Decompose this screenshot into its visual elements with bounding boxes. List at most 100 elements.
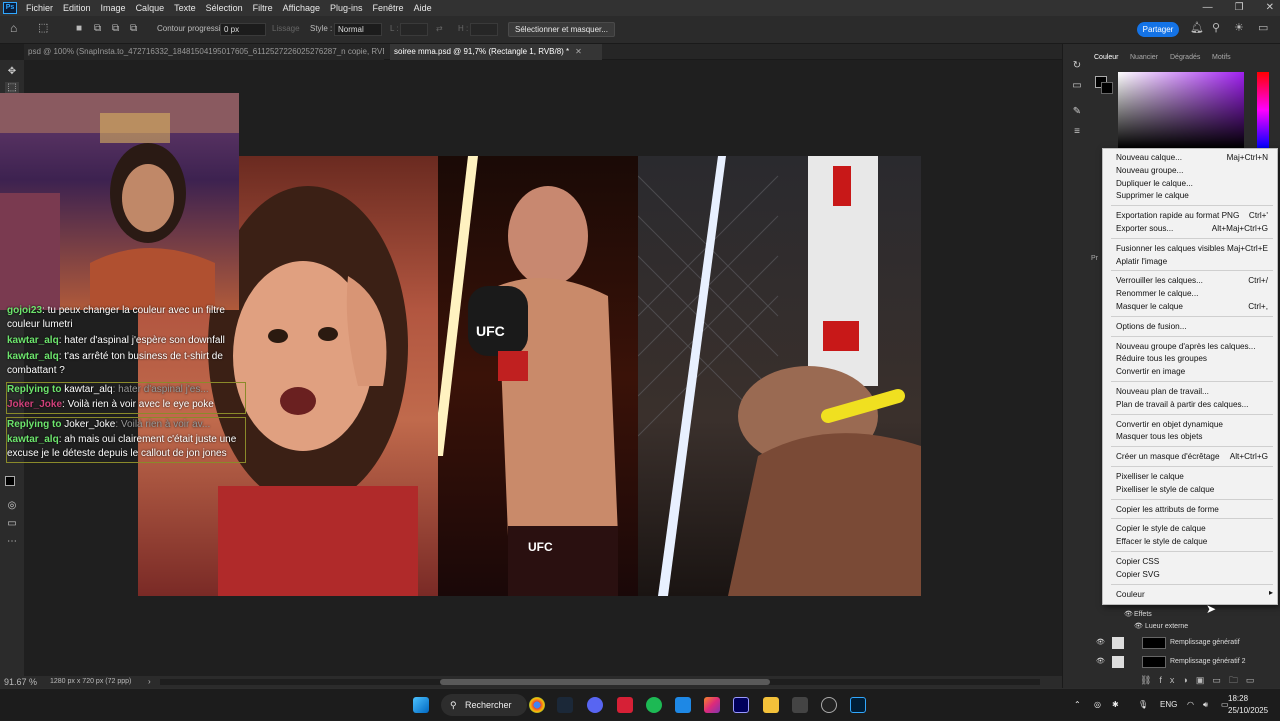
context-menu-item[interactable]: Masquer tous les objets (1116, 430, 1271, 443)
brush-icon[interactable]: ✎ (1070, 106, 1084, 118)
context-menu-item[interactable]: Renommer le calque... (1116, 287, 1271, 300)
tab-document-1[interactable]: psd @ 100% (SnapInsta.to_472716332_18481… (24, 44, 384, 60)
color-picker-field[interactable] (1118, 72, 1244, 148)
context-menu-item[interactable]: Créer un masque d'écrêtage Alt+Ctrl+G (1116, 450, 1271, 463)
premiere-icon[interactable] (733, 697, 749, 713)
context-menu-item[interactable]: Aplatir l'image (1116, 255, 1271, 268)
document-canvas[interactable]: UFC UFC (138, 156, 921, 596)
context-menu-item[interactable]: Pixelliser le style de calque (1116, 483, 1271, 496)
chevron-right-icon[interactable]: › (148, 676, 151, 688)
menu-calque[interactable]: Calque (131, 3, 170, 13)
context-menu-item[interactable]: Copier les attributs de forme (1116, 503, 1271, 516)
scrollbar-thumb[interactable] (440, 679, 770, 685)
background-swatch[interactable] (1101, 82, 1113, 94)
layers-footer-icons[interactable]: ⛓fx◑▣▭🗀▭🗑︎ (1140, 673, 1270, 699)
context-menu-item[interactable]: Fusionner les calques visibles Maj+Ctrl+E (1116, 242, 1271, 255)
layer-row[interactable]: 👁︎ Remplissage génératif 2 (1090, 653, 1270, 671)
subtract-selection-icon[interactable]: ⧉ (112, 22, 119, 36)
eye-icon[interactable]: 👁︎ (1096, 653, 1105, 671)
move-tool-icon[interactable]: ✥ (5, 66, 19, 78)
context-menu-item[interactable]: Nouveau groupe d'après les calques... (1116, 340, 1271, 353)
discord-icon[interactable] (587, 697, 603, 713)
close-icon[interactable]: ✕ (1266, 0, 1274, 16)
context-menu-item[interactable]: Nouveau groupe... (1116, 164, 1271, 177)
context-menu-item[interactable]: Copier CSS (1116, 555, 1271, 568)
chevron-up-icon[interactable]: ⌃ (1074, 689, 1081, 721)
context-menu-item[interactable]: Dupliquer le calque... (1116, 177, 1271, 190)
close-icon[interactable]: ✕ (575, 47, 582, 56)
bluetooth-icon[interactable]: ✱ (1112, 689, 1119, 721)
height-input[interactable] (470, 23, 498, 36)
file-explorer-icon[interactable] (763, 697, 779, 713)
search-icon[interactable]: ⚲ (1212, 21, 1220, 35)
context-menu-item[interactable]: Pixelliser le calque (1116, 470, 1271, 483)
foreground-color-icon[interactable] (5, 476, 19, 488)
wifi-icon[interactable]: ◠ (1187, 689, 1194, 721)
context-menu-item[interactable]: Copier SVG (1116, 568, 1271, 581)
menu-selection[interactable]: Sélection (201, 3, 248, 13)
zoom-level[interactable]: 91.67 % (4, 676, 37, 688)
language-indicator[interactable]: ENG (1160, 689, 1177, 721)
instagram-icon[interactable] (704, 697, 720, 713)
clock-date[interactable]: 25/10/2025 (1228, 706, 1268, 715)
workspace-icon[interactable]: ▭ (1258, 21, 1268, 35)
taskbar-search[interactable]: ⚲ Rechercher (441, 694, 527, 716)
context-menu-item[interactable]: Réduire tous les groupes (1116, 352, 1271, 365)
context-menu-item[interactable]: Exportation rapide au format PNG Ctrl+' (1116, 209, 1271, 222)
microphone-icon[interactable]: 🎙︎ (1138, 689, 1148, 721)
style-select[interactable]: Normal (334, 23, 382, 36)
add-selection-icon[interactable]: ⧉ (94, 22, 101, 36)
steam-icon[interactable] (557, 697, 573, 713)
chrome-icon[interactable] (529, 697, 545, 713)
context-menu-item[interactable]: Couleur (1116, 588, 1271, 601)
menu-plugins[interactable]: Plug-ins (325, 3, 368, 13)
history-icon[interactable]: ↻ (1070, 60, 1084, 72)
width-input[interactable] (400, 23, 428, 36)
menu-filtre[interactable]: Filtre (248, 3, 278, 13)
light-icon[interactable]: ☀ (1234, 21, 1244, 35)
adjustments-icon[interactable]: ≡ (1070, 126, 1084, 138)
screen-mode-icon[interactable]: ▭ (5, 518, 19, 530)
quick-mask-icon[interactable]: ◎ (5, 500, 19, 512)
bell-icon[interactable]: 🔔︎ (1190, 21, 1204, 35)
context-menu-item[interactable]: Verrouiller les calques... Ctrl+/ (1116, 274, 1271, 287)
edit-toolbar-icon[interactable]: ⋯ (5, 536, 19, 548)
horizontal-scrollbar[interactable] (160, 679, 1040, 685)
context-menu-item[interactable]: Masquer le calque Ctrl+, (1116, 300, 1271, 313)
marquee-tool-icon[interactable]: ⬚ (38, 21, 48, 35)
context-menu-item[interactable]: Nouveau calque... Maj+Ctrl+N (1116, 151, 1271, 164)
context-menu-item[interactable]: Nouveau plan de travail... (1116, 385, 1271, 398)
new-selection-icon[interactable]: ■ (76, 22, 82, 36)
volume-icon[interactable]: 🔊︎ (1203, 689, 1208, 721)
menu-fichier[interactable]: Fichier (21, 3, 58, 13)
tab-degrades[interactable]: Dégradés (1170, 54, 1200, 61)
context-menu-item[interactable]: Plan de travail à partir des calques... (1116, 398, 1271, 411)
menu-affichage[interactable]: Affichage (278, 3, 325, 13)
menu-aide[interactable]: Aide (409, 3, 437, 13)
select-and-mask-button[interactable]: Sélectionner et masquer... (508, 22, 615, 37)
app-grey-icon[interactable] (792, 697, 808, 713)
swap-icon[interactable]: ⇄ (436, 22, 443, 36)
layer-row[interactable]: 👁︎ Remplissage génératif (1090, 634, 1270, 652)
tray-app-icon[interactable]: ◎ (1094, 689, 1101, 721)
clock-time[interactable]: 18:28 (1228, 694, 1248, 703)
minimize-icon[interactable]: — (1203, 0, 1213, 16)
menu-edition[interactable]: Edition (58, 3, 96, 13)
menu-texte[interactable]: Texte (169, 3, 201, 13)
windows-start-icon[interactable] (413, 697, 429, 713)
tab-motifs[interactable]: Motifs (1212, 54, 1231, 61)
comments-icon[interactable]: ▭ (1070, 80, 1084, 92)
context-menu-item[interactable]: Supprimer le calque (1116, 189, 1271, 202)
tab-document-2[interactable]: soiree mma.psd @ 91,7% (Rectangle 1, RVB… (390, 44, 602, 60)
context-menu-item[interactable]: Convertir en image (1116, 365, 1271, 378)
hue-slider[interactable] (1257, 72, 1269, 148)
menu-fenetre[interactable]: Fenêtre (368, 3, 409, 13)
photoshop-logo-icon[interactable]: Ps (3, 2, 17, 14)
feather-input[interactable]: 0 px (220, 23, 266, 36)
context-menu-item[interactable]: Options de fusion... (1116, 320, 1271, 333)
photos-icon[interactable] (675, 697, 691, 713)
tab-couleur[interactable]: Couleur (1094, 54, 1119, 61)
antialias-checkbox[interactable]: Lissage (272, 22, 300, 36)
context-menu-item[interactable]: Convertir en objet dynamique (1116, 418, 1271, 431)
app-red-icon[interactable] (617, 697, 633, 713)
